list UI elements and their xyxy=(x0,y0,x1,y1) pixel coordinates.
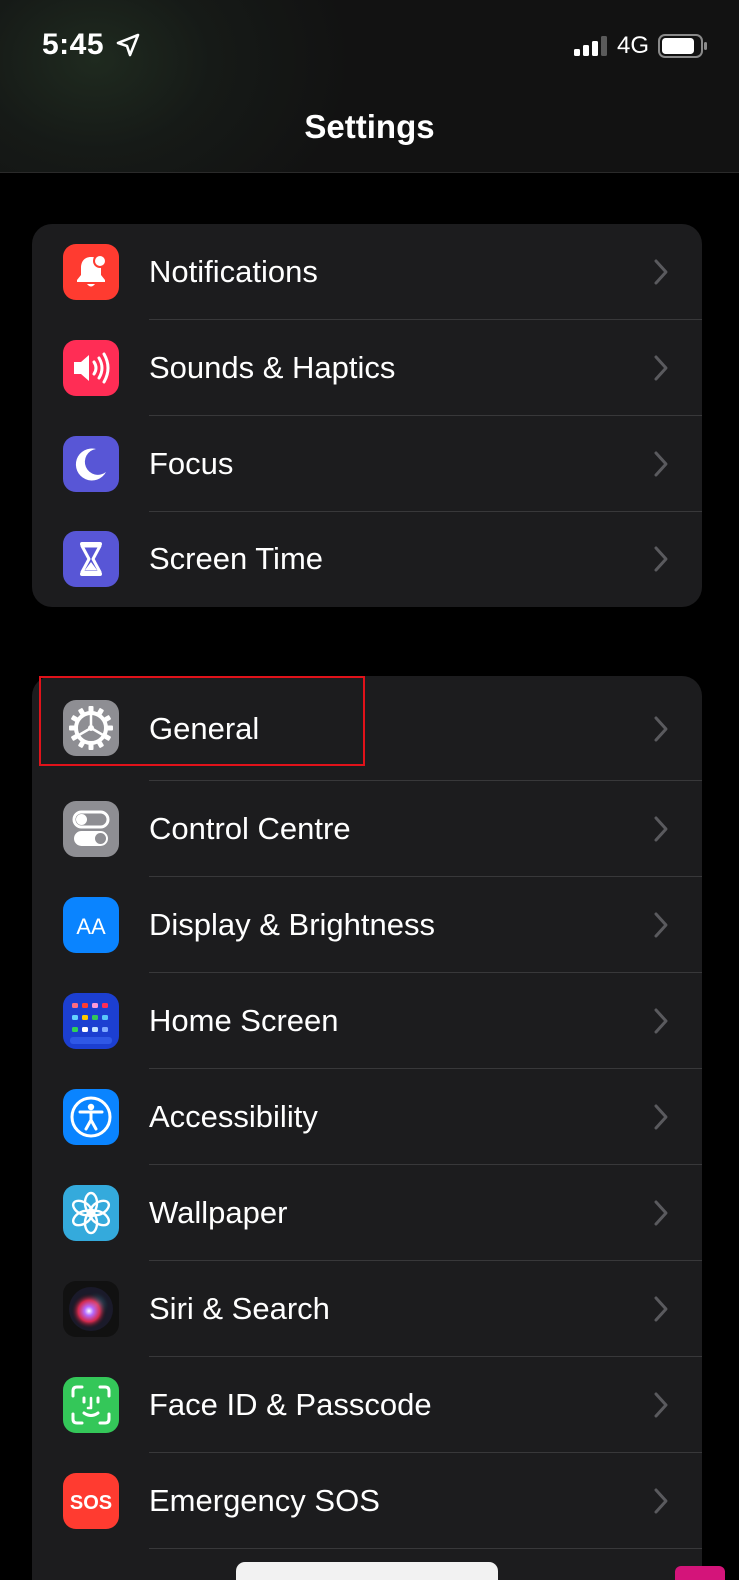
speaker-icon xyxy=(63,340,119,396)
corner-badge xyxy=(675,1566,725,1580)
moon-icon xyxy=(63,436,119,492)
sos-icon: SOS xyxy=(63,1473,119,1529)
chevron-right-icon xyxy=(652,1294,670,1324)
chevron-right-icon xyxy=(652,353,670,383)
row-label: Sounds & Haptics xyxy=(149,350,396,385)
siri-icon xyxy=(63,1281,119,1337)
home-indicator[interactable] xyxy=(236,1562,498,1580)
network-type: 4G xyxy=(617,32,650,59)
row-emergency-sos[interactable]: SOS Emergency SOS xyxy=(32,1453,702,1549)
row-accessibility[interactable]: Accessibility xyxy=(32,1069,702,1165)
row-sounds-haptics[interactable]: Sounds & Haptics xyxy=(32,320,702,416)
chevron-right-icon xyxy=(652,714,670,744)
row-label: Screen Time xyxy=(149,541,324,576)
accessibility-icon xyxy=(63,1089,119,1145)
row-screen-time[interactable]: Screen Time xyxy=(32,512,702,607)
row-label: Display & Brightness xyxy=(149,907,436,942)
row-label: Notifications xyxy=(149,254,318,289)
hourglass-icon xyxy=(63,531,119,587)
chevron-right-icon xyxy=(652,544,670,574)
svg-text:AA: AA xyxy=(76,914,106,939)
row-divider xyxy=(149,1548,702,1549)
row-label: Control Centre xyxy=(149,811,351,846)
location-arrow-icon xyxy=(115,32,141,58)
svg-text:SOS: SOS xyxy=(70,1492,112,1514)
toggles-icon xyxy=(63,801,119,857)
row-wallpaper[interactable]: Wallpaper xyxy=(32,1165,702,1261)
chevron-right-icon xyxy=(652,1390,670,1420)
row-home-screen[interactable]: Home Screen xyxy=(32,973,702,1069)
row-label: Home Screen xyxy=(149,1003,339,1038)
chevron-right-icon xyxy=(652,910,670,940)
row-face-id-passcode[interactable]: Face ID & Passcode xyxy=(32,1357,702,1453)
row-label: Face ID & Passcode xyxy=(149,1387,432,1422)
chevron-right-icon xyxy=(652,1006,670,1036)
chevron-right-icon xyxy=(652,1102,670,1132)
navigation-header: 5:45 4G Settings xyxy=(0,0,739,173)
row-control-centre[interactable]: Control Centre xyxy=(32,781,702,877)
row-notifications[interactable]: Notifications xyxy=(32,224,702,320)
chevron-right-icon xyxy=(652,1486,670,1516)
flower-icon xyxy=(63,1185,119,1241)
chevron-right-icon xyxy=(652,1198,670,1228)
chevron-right-icon xyxy=(652,449,670,479)
page-title: Settings xyxy=(304,108,435,145)
row-focus[interactable]: Focus xyxy=(32,416,702,512)
row-label: Emergency SOS xyxy=(149,1483,380,1518)
row-label: Wallpaper xyxy=(149,1195,288,1230)
row-label: Siri & Search xyxy=(149,1291,330,1326)
row-label: Accessibility xyxy=(149,1099,318,1134)
home-screen-grid-icon xyxy=(63,993,119,1049)
row-display-brightness[interactable]: AA Display & Brightness xyxy=(32,877,702,973)
highlight-box-general xyxy=(39,676,365,766)
cellular-signal-icon xyxy=(574,36,608,56)
chevron-right-icon xyxy=(652,257,670,287)
notifications-icon xyxy=(63,244,119,300)
settings-screen: 5:45 4G Settings Notifications Sounds & … xyxy=(0,0,739,1580)
row-siri-search[interactable]: Siri & Search xyxy=(32,1261,702,1357)
face-id-icon xyxy=(63,1377,119,1433)
status-bar: 5:45 4G xyxy=(0,0,739,90)
battery-icon xyxy=(658,34,708,58)
chevron-right-icon xyxy=(652,814,670,844)
row-label: Focus xyxy=(149,446,234,481)
settings-group-1: Notifications Sounds & Haptics Focus Scr… xyxy=(32,224,702,607)
settings-group-2: General Control Centre AA Display & Brig… xyxy=(32,676,702,1580)
text-size-icon: AA xyxy=(63,897,119,953)
status-time: 5:45 xyxy=(42,28,105,61)
